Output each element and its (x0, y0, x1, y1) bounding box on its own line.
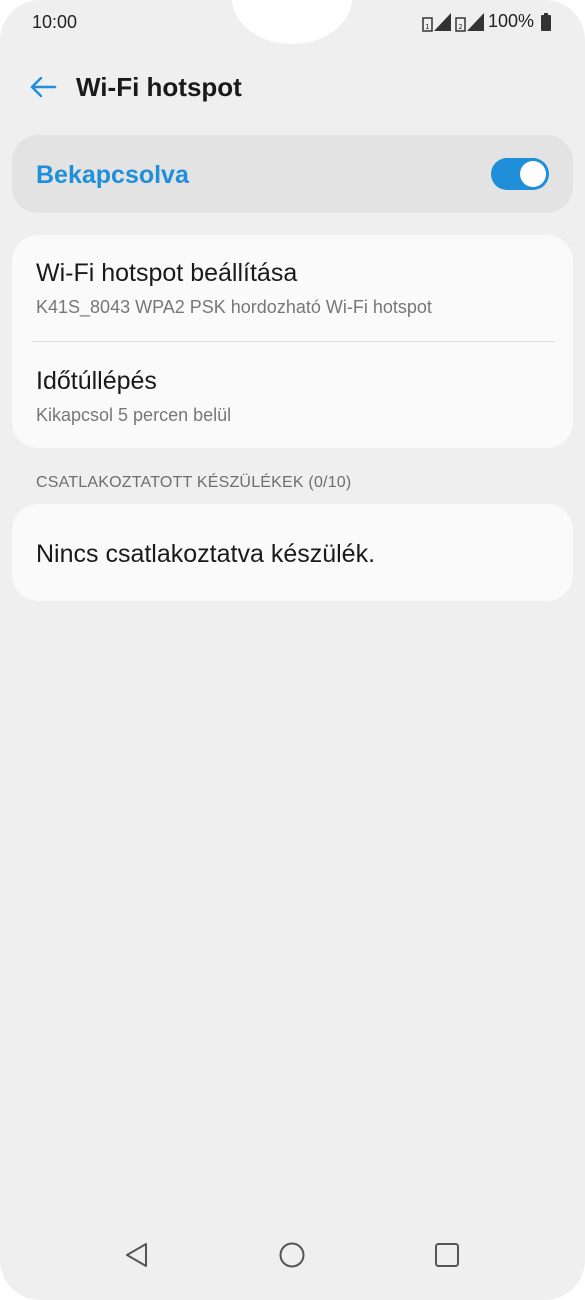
toggle-knob (520, 161, 546, 187)
status-bar: 10:00 1 2 100% (0, 0, 585, 46)
svg-text:2: 2 (458, 23, 462, 31)
hotspot-setup-title: Wi-Fi hotspot beállítása (36, 259, 298, 287)
status-time: 10:00 (32, 12, 78, 32)
back-arrow-icon[interactable] (28, 72, 58, 102)
app-bar: Wi-Fi hotspot (0, 60, 585, 116)
battery-percentage: 100% (487, 11, 534, 31)
status-icons: 1 2 100% (422, 11, 551, 32)
navigation-bar (0, 1230, 585, 1280)
hotspot-setup-item[interactable]: Wi-Fi hotspot beállítása K41S_8043 WPA2 … (12, 235, 573, 341)
signal-sim2-icon: 2 (455, 12, 484, 32)
hotspot-toggle[interactable] (491, 158, 549, 190)
hotspot-settings-card: Wi-Fi hotspot beállítása K41S_8043 WPA2 … (12, 235, 573, 448)
connected-devices-card: Nincs csatlakoztatva készülék. (12, 504, 573, 601)
timeout-subtitle: Kikapcsol 5 percen belül (36, 405, 232, 425)
no-devices-text: Nincs csatlakoztatva készülék. (36, 540, 376, 568)
signal-sim1-icon: 1 (422, 12, 451, 32)
hotspot-master-switch[interactable]: Bekapcsolva (12, 135, 573, 213)
master-switch-label: Bekapcsolva (36, 161, 189, 189)
timeout-item[interactable]: Időtúllépés Kikapcsol 5 percen belül (12, 342, 573, 448)
page-title: Wi-Fi hotspot (76, 72, 242, 102)
recents-square-icon[interactable] (432, 1240, 462, 1270)
phone-screen: 10:00 1 2 100% Wi-Fi hotspot Bekapcsolva… (0, 0, 585, 1300)
hotspot-setup-subtitle: K41S_8043 WPA2 PSK hordozható Wi-Fi hots… (36, 297, 432, 317)
connected-devices-header: CSATLAKOZTATOTT KÉSZÜLÉKEK (0/10) (36, 474, 352, 491)
battery-icon (541, 12, 551, 31)
svg-text:1: 1 (425, 23, 429, 31)
back-triangle-icon[interactable] (122, 1240, 152, 1270)
home-circle-icon[interactable] (277, 1240, 307, 1270)
timeout-title: Időtúllépés (36, 367, 157, 395)
